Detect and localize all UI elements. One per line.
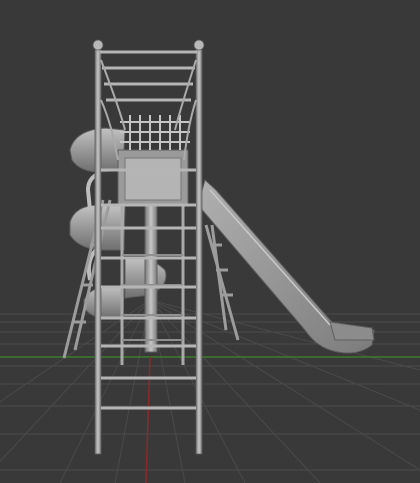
- left-pole-cap: [92, 39, 104, 51]
- 3d-viewport[interactable]: [0, 0, 420, 483]
- viewport-canvas[interactable]: [0, 0, 420, 483]
- right-pole-cap: [193, 39, 205, 51]
